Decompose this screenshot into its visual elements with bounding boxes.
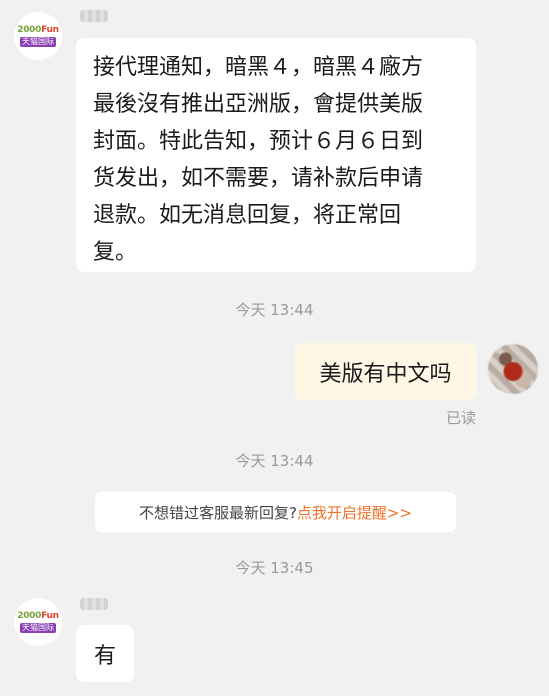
message-bubble-outgoing[interactable]: 美版有中文吗	[294, 343, 477, 400]
enable-reminder-link[interactable]: 点我开启提醒>>	[297, 502, 412, 523]
shop-logo-subtext: 天猫国际	[20, 37, 56, 47]
reply-reminder-notice: 不想错过客服最新回复? 点我开启提醒>>	[95, 492, 456, 532]
message-bubble-incoming[interactable]: 有	[76, 625, 134, 682]
shop-logo-subtext: 天猫国际	[20, 623, 56, 633]
shop-avatar[interactable]: 2000Fun 天猫国际	[14, 598, 62, 646]
shop-logo-text: 2000Fun	[17, 611, 59, 621]
message-timestamp: 今天 13:44	[235, 301, 314, 319]
read-status: 已读	[446, 409, 477, 427]
notice-text: 不想错过客服最新回复?	[138, 503, 297, 522]
message-timestamp: 今天 13:44	[235, 452, 314, 470]
shop-avatar[interactable]: 2000Fun 天猫国际	[14, 12, 62, 60]
blurred-sender-name	[80, 10, 108, 22]
chat-conversation: 2000Fun 天猫国际 接代理通知，暗黑４，暗黑４廠方 最後沒有推出亞洲版，會…	[0, 0, 549, 696]
shop-logo-text: 2000Fun	[17, 25, 59, 35]
message-timestamp: 今天 13:45	[235, 559, 314, 577]
user-avatar[interactable]	[488, 344, 538, 394]
blurred-sender-name	[80, 598, 108, 610]
message-bubble-incoming[interactable]: 接代理通知，暗黑４，暗黑４廠方 最後沒有推出亞洲版，會提供美版 封面。特此告知，…	[76, 38, 476, 272]
